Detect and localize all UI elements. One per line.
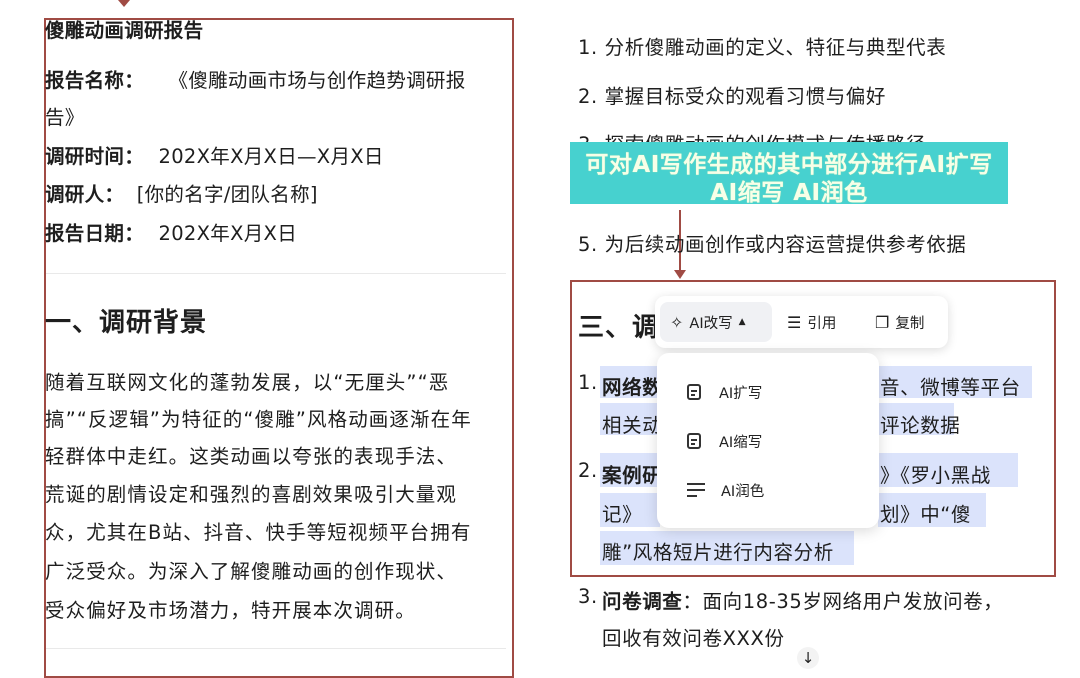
menu-item-label: AI润色 [721,483,765,500]
menu-item-label: AI扩写 [719,385,763,402]
menu-item-ai-shrink[interactable]: AI缩写 [687,426,762,456]
report-date-row: 报告日期： 202X年X月X日 [45,222,297,246]
caret-down-icon: ▲ [738,317,746,327]
method2-text: 》《罗小黑战 [880,464,991,487]
bottom-divider [46,648,506,649]
arrow-tip-top [118,0,130,7]
report-name-row: 报告名称： 《傻雕动画市场与创作趋势调研报 [45,69,466,93]
polish-lines-icon [687,482,707,498]
report-date-value: 202X年X月X日 [158,222,298,245]
method3-title: 问卷调查 [602,590,683,613]
survey-time-label: 调研时间： [45,145,145,168]
section1-line: 搞”“反逻辑”为特征的“傻雕”风格动画逐渐在年 [45,408,472,431]
copy-button[interactable]: ❐ 复制 [875,296,924,348]
shrink-doc-icon [687,433,701,449]
banner-line-2: AI缩写 AI润色 [710,180,868,206]
method3-text: 回收有效问卷XXX份 [602,627,785,650]
section1-line: 受众偏好及市场潜力，特开展本次调研。 [45,599,416,622]
method2-text: 记》 [602,503,643,526]
report-name-value: 《傻雕动画市场与创作趋势调研报 [168,69,466,92]
section-divider [46,273,506,274]
quote-button[interactable]: ☰ 引用 [787,296,836,348]
expand-doc-icon [687,384,701,400]
doc-title: 傻雕动画调研报告 [45,19,204,42]
survey-time-value: 202X年X月X日—X月X日 [158,145,384,168]
section1-line: 荒诞的剧情设定和强烈的喜剧效果吸引大量观 [45,483,458,506]
method1-text: 评论数据 [880,414,961,437]
section1-line: 广泛受众。为深入了解傻雕动画的创作现状、 [45,560,458,583]
method3-text: ：面向18-35岁网络用户发放问卷， [682,590,1004,613]
goal-item: 2. 掌握目标受众的观看习惯与偏好 [578,85,887,108]
method1-title: 网络数 [602,376,663,399]
copy-label: 复制 [895,315,925,332]
quote-label: 引用 [807,315,837,332]
researcher-value: [你的名字/团队名称] [136,183,318,206]
menu-item-ai-expand[interactable]: AI扩写 [687,377,762,407]
method1-text: 音、微博等平台 [880,376,1021,399]
method-number: 2. [578,459,598,482]
method-number: 1. [578,371,598,394]
section1-line: 轻群体中走红。这类动画以夸张的表现手法、 [45,445,458,468]
copy-icon: ❐ [875,312,890,332]
annotation-banner: 可对AI写作生成的其中部分进行AI扩写 AI缩写 AI润色 [570,142,1008,206]
quote-icon: ☰ [787,312,802,332]
survey-time-row: 调研时间： 202X年X月X日—X月X日 [45,145,384,169]
menu-item-ai-polish[interactable]: AI润色 [687,475,764,505]
section1-line: 众，尤其在B站、抖音、快手等短视频平台拥有 [45,521,472,544]
method2-text: 划》中“傻 [880,503,972,526]
menu-item-label: AI缩写 [719,434,763,451]
researcher-label: 调研人： [45,183,125,206]
scroll-down-icon[interactable]: ↓ [797,647,819,669]
annotation-arrow-head [674,270,686,279]
method2-text: 雕”风格短片进行内容分析 [602,541,834,564]
goal-item-partial: 3. 探索傻雕动画的创作模式与传播路径 [578,128,926,142]
section1-heading: 一、调研背景 [45,308,208,338]
method3-row: 问卷调查：面向18-35岁网络用户发放问卷， [602,585,1003,614]
method2-title: 案例研 [602,464,663,487]
goal-item: 5. 为后续动画创作或内容运营提供参考依据 [578,233,967,256]
ai-rewrite-menu: AI扩写 AI缩写 AI润色 [657,353,879,528]
section1-line: 随着互联网文化的蓬勃发展，以“无厘头”“恶 [45,371,450,394]
sparkle-icon: ✧ [670,312,684,332]
selection-toolbar: ✧ AI改写 ▲ ☰ 引用 ❐ 复制 [655,296,948,348]
report-name-label: 报告名称： [45,69,145,92]
method1-text: 相关动 [602,414,663,437]
report-date-label: 报告日期： [45,222,145,245]
goal-item: 1. 分析傻雕动画的定义、特征与典型代表 [578,36,947,59]
method-number: 3. [578,585,598,608]
section3-heading: 三、调 [578,313,660,343]
ai-rewrite-label: AI改写 [689,315,733,332]
report-name-value-cont: 告》 [45,106,85,129]
ai-rewrite-button[interactable]: ✧ AI改写 ▲ [660,302,772,342]
researcher-row: 调研人： [你的名字/团队名称] [45,183,318,207]
